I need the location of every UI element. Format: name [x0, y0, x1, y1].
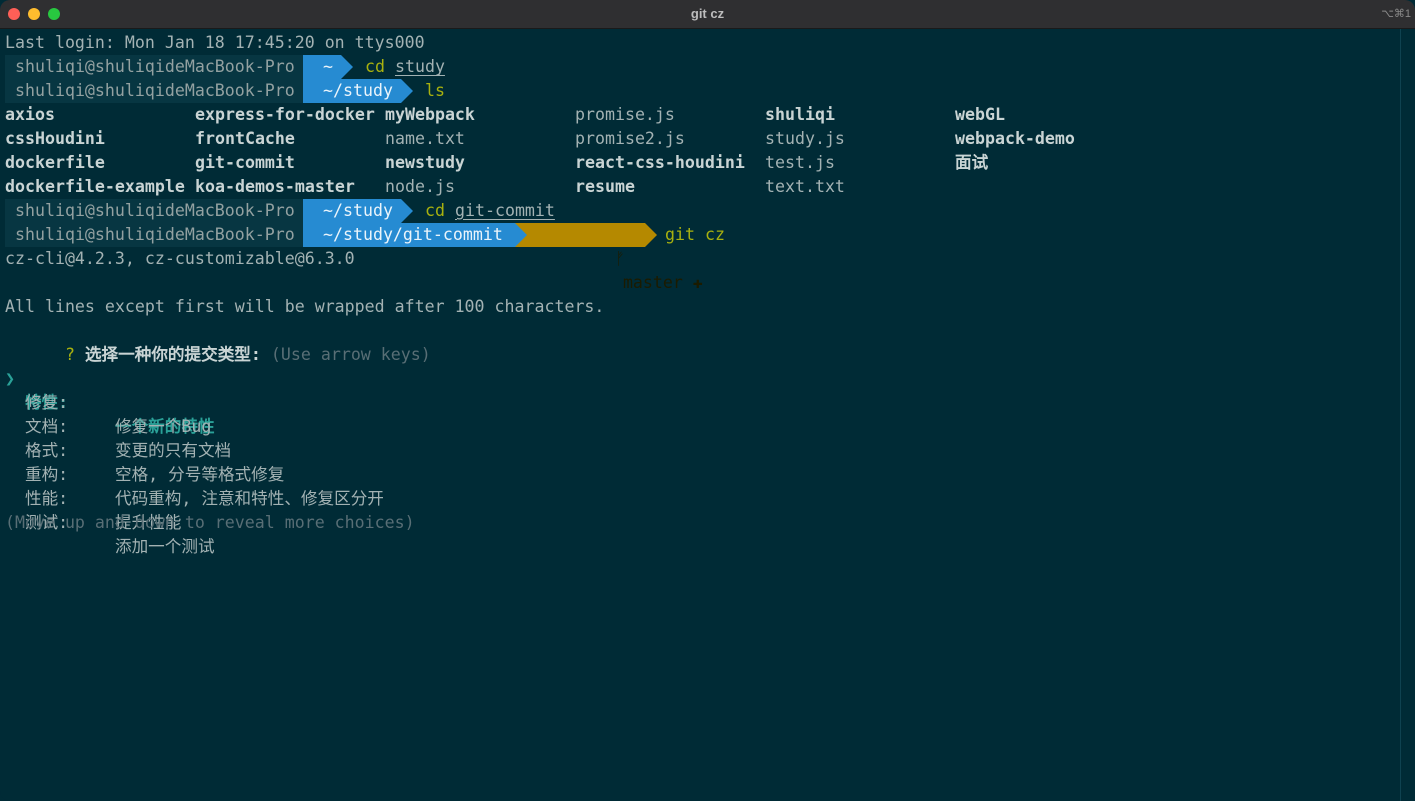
segment-arrow-icon: [341, 55, 353, 79]
window-title: git cz: [690, 6, 725, 21]
scrollbar-track[interactable]: [1400, 29, 1401, 801]
wrap-notice: All lines except first will be wrapped a…: [5, 297, 605, 316]
more-choices-hint: (Move up and down to reveal more choices…: [5, 513, 415, 532]
ls-entry: cssHoudini: [5, 129, 105, 148]
ls-entry: myWebpack: [385, 105, 475, 124]
prompt-dir-segment: ~/study: [303, 79, 401, 103]
ls-entry: react-css-houdini: [575, 153, 745, 172]
command-name: git cz: [665, 225, 725, 244]
ls-entry: text.txt: [765, 177, 845, 196]
segment-arrow-icon: [515, 223, 527, 247]
command-name: ls: [425, 81, 445, 100]
ls-entry: 面试: [955, 153, 989, 172]
segment-arrow-icon: [401, 199, 413, 223]
ls-entry: axios: [5, 105, 55, 124]
ls-entry: dockerfile: [5, 153, 105, 172]
terminal-output[interactable]: Last login: Mon Jan 18 17:45:20 on ttys0…: [5, 31, 1075, 556]
version-line: cz-cli@4.2.3, cz-customizable@6.3.0: [5, 249, 355, 268]
ls-entry: resume: [575, 177, 635, 196]
choice-item-selected[interactable]: ❯ 特性: 一个新的特性: [5, 343, 604, 436]
ls-row: dockerfile git-commit newstudy react-css…: [5, 151, 988, 175]
ls-entry: promise2.js: [575, 129, 685, 148]
choice-item[interactable]: 性能: 提升性能: [5, 463, 604, 532]
prompt-line: shuliqi@shuliqideMacBook-Pro ~/study/git…: [5, 223, 725, 292]
git-branch-segment: ᚠ master ✚: [515, 223, 703, 292]
commit-type-question: ? 选择一种你的提交类型: (Use arrow keys): [5, 319, 604, 364]
prompt-dir-segment: ~/study: [303, 199, 401, 223]
choice-item[interactable]: 测试: 添加一个测试: [5, 487, 604, 556]
ls-entry: webGL: [955, 105, 1005, 124]
ls-row: axios express-for-docker myWebpack promi…: [5, 103, 1005, 127]
last-login-line: Last login: Mon Jan 18 17:45:20 on ttys0…: [5, 33, 425, 52]
ls-entry: frontCache: [195, 129, 295, 148]
ls-entry: koa-demos-master: [195, 177, 355, 196]
terminal-window: git cz ⌥⌘1 Last login: Mon Jan 18 17:45:…: [0, 0, 1415, 801]
prompt-user-segment: shuliqi@shuliqideMacBook-Pro: [5, 223, 303, 247]
ls-entry: node.js: [385, 177, 455, 196]
ls-entry: express-for-docker: [195, 105, 375, 124]
ls-entry: name.txt: [385, 129, 465, 148]
ls-entry: promise.js: [575, 105, 675, 124]
segment-arrow-icon: [401, 79, 413, 103]
ls-entry: webpack-demo: [955, 129, 1075, 148]
ls-row: cssHoudini frontCache name.txt promise2.…: [5, 127, 1075, 151]
prompt-user-segment: shuliqi@shuliqideMacBook-Pro: [5, 79, 303, 103]
command-name: cd: [365, 57, 385, 76]
command-arg: study: [395, 57, 445, 76]
ls-entry: newstudy: [385, 153, 465, 172]
segment-arrow-icon: [645, 223, 657, 247]
prompt-user-segment: shuliqi@shuliqideMacBook-Pro: [5, 199, 303, 223]
ls-entry: git-commit: [195, 153, 295, 172]
title-bar: git cz ⌥⌘1: [0, 0, 1415, 29]
command-name: cd: [425, 201, 445, 220]
command-arg: git-commit: [455, 201, 555, 220]
ls-entry: test.js: [765, 153, 835, 172]
ls-entry: shuliqi: [765, 105, 835, 124]
prompt-dir-segment: ~/study/git-commit: [303, 223, 515, 247]
window-shortcut: ⌥⌘1: [1381, 8, 1411, 20]
ls-row: dockerfile-example koa-demos-master node…: [5, 175, 845, 199]
choice-desc: 添加一个测试: [115, 537, 215, 556]
prompt-user-segment: shuliqi@shuliqideMacBook-Pro: [5, 55, 303, 79]
ls-entry: dockerfile-example: [5, 177, 185, 196]
git-branch-icon: ᚠ: [614, 249, 625, 268]
prompt-line: shuliqi@shuliqideMacBook-Pro ~ cd study: [5, 55, 604, 79]
git-branch-name: master ✚: [622, 273, 703, 292]
prompt-line: shuliqi@shuliqideMacBook-Pro ~/study cd …: [5, 199, 604, 223]
ls-entry: study.js: [765, 129, 845, 148]
prompt-line: shuliqi@shuliqideMacBook-Pro ~/study ls: [5, 79, 604, 103]
choice-item[interactable]: 重构: 代码重构, 注意和特性、修复区分开: [5, 439, 604, 508]
choice-item[interactable]: 修复: 修复一个Bug: [5, 367, 604, 436]
choice-item[interactable]: 格式: 空格, 分号等格式修复: [5, 415, 604, 484]
prompt-dir-segment: ~: [303, 55, 341, 79]
choice-item[interactable]: 文档: 变更的只有文档: [5, 391, 604, 460]
